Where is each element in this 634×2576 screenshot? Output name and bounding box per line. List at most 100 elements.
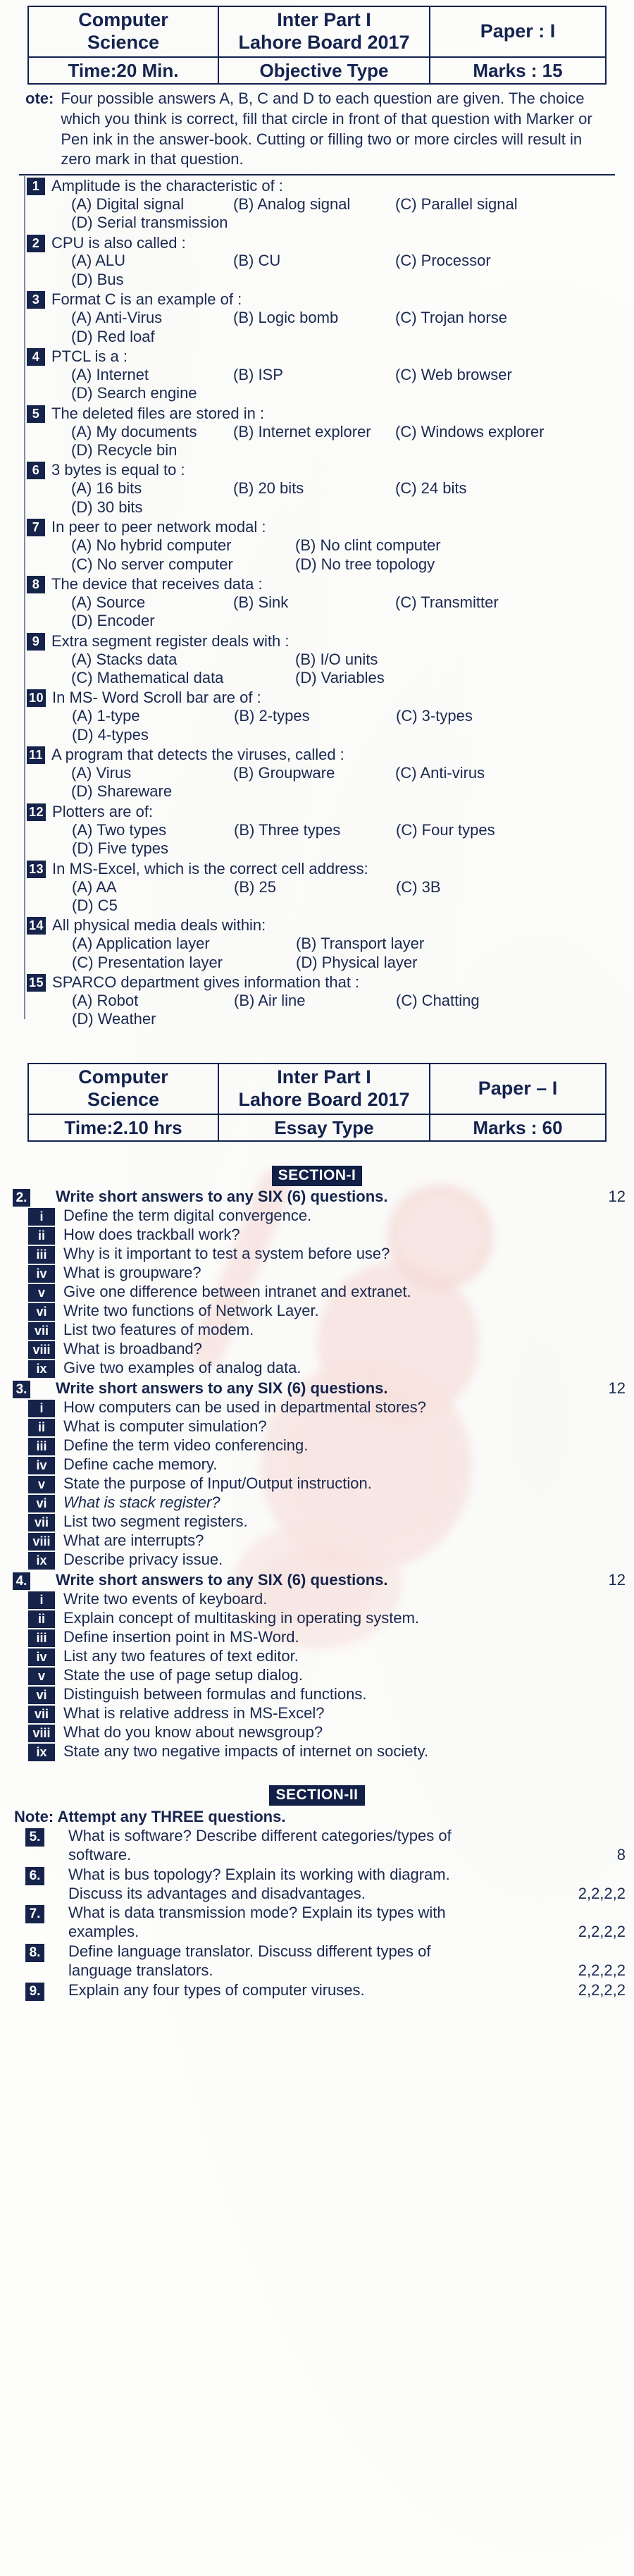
objective-type-cell: Objective Type [218,56,430,85]
objective-header-row-2: Time:20 Min. Objective Type Marks : 15 [27,56,607,85]
essay-sub-roman-badge: vii [28,1706,55,1724]
mcq-option[interactable]: (A) No hybrid computer [71,536,295,555]
mcq-option[interactable]: (C) Chatting [396,992,558,1010]
mcq-option[interactable]: (B) I/O units [295,651,519,669]
mcq-option[interactable]: (B) 20 bits [233,479,395,498]
mcq-option[interactable]: (B) Analog signal [233,195,395,214]
mcq-option[interactable]: (B) 2-types [234,707,396,725]
mcq-option[interactable]: (A) 16 bits [71,479,233,498]
mcq-option[interactable]: (D) Recycle bin [71,441,233,460]
long-question-body: Explain any four types of computer virus… [44,1981,626,2000]
mcq-option[interactable]: (A) Internet [71,366,233,384]
mcq-option[interactable]: (C) Web browser [395,366,557,384]
mcq-option[interactable]: (C) Anti-virus [395,764,557,782]
long-question-marks: 2,2,2,2 [578,1884,626,1902]
mcq-option[interactable]: (B) Sink [233,593,395,612]
mcq-option[interactable]: (D) Physical layer [296,954,520,972]
mcq-option[interactable]: (D) 30 bits [71,498,233,517]
mcq-options: (A) Robot (B) Air line (C) Chatting (D) Wea… [52,992,620,1029]
mcq-option[interactable]: (A) AA [72,878,234,896]
mcq-option[interactable]: (B) ISP [233,366,395,384]
mcq-option[interactable]: (A) Source [71,593,233,612]
mcq-option[interactable]: (C) Processor [395,252,557,270]
mcq-option[interactable]: (B) Air line [234,992,396,1010]
mcq-item: 2 CPU is also called : (A) ALU (B) CU (C) Pr… [23,233,620,290]
mcq-option[interactable]: (D) Serial transmission [71,214,233,232]
mcq-option[interactable]: (C) Trojan horse [395,309,557,327]
long-question-line: language translators. 2,2,2,2 [68,1961,626,1980]
mcq-options: (A) Two types (B) Three types (C) Four typ… [52,821,620,858]
mcq-option[interactable]: (D) No tree topology [295,555,519,574]
essay-sub-roman-badge: iv [28,1648,55,1667]
essay-sub-question-text: What are interrupts? [63,1532,204,1550]
mcq-option[interactable]: (C) Parallel signal [395,195,557,214]
mcq-option[interactable]: (C) Presentation layer [72,954,296,972]
essay-sub-question-text: State any two negative impacts of intern… [63,1742,429,1761]
essay-sub-question-text: Define the term digital convergence. [63,1207,312,1225]
mcq-option[interactable]: (A) 1-type [72,707,234,725]
mcq-option[interactable]: (A) Application layer [72,935,296,953]
mcq-option[interactable]: (D) Shareware [71,782,233,801]
mcq-option[interactable]: (D) 4-types [72,726,234,744]
mcq-option[interactable]: (A) Stacks data [71,651,295,669]
essay-sub-question: iv What is groupware? [13,1264,626,1283]
mcq-option[interactable]: (C) Transmitter [395,593,557,612]
subjective-type-cell: Essay Type [218,1113,430,1142]
mcq-option[interactable]: (D) Red loaf [71,328,233,346]
mcq-option[interactable]: (C) Four types [396,821,558,839]
mcq-option[interactable]: (B) Transport layer [296,935,520,953]
mcq-item: 10 In MS- Word Scroll bar are of : (A) 1-t… [23,688,620,744]
mcq-option[interactable]: (A) Robot [72,992,234,1010]
note-text: Four possible answers A, B, C and D to e… [61,90,592,168]
mcq-option[interactable]: (C) Windows explorer [395,423,557,441]
long-question-line: What is data transmission mode? Explain … [68,1904,626,1923]
essay-sub-question-text: Give one difference between intranet and… [63,1283,411,1301]
mcq-option[interactable]: (C) 3-types [396,707,558,725]
mcq-option[interactable]: (C) No server computer [71,555,295,574]
mcq-option[interactable]: (D) Weather [72,1010,234,1028]
mcq-option[interactable]: (C) Mathematical data [71,669,295,687]
essay-question-marks: 12 [608,1571,626,1589]
mcq-option[interactable]: (D) Encoder [71,612,233,630]
mcq-number-badge: 7 [27,519,45,537]
mcq-option[interactable]: (C) 24 bits [395,479,557,498]
long-question-text: language translators. [68,1961,213,1979]
mcq-number-badge: 9 [27,632,45,651]
mcq-option[interactable]: (C) 3B [396,878,558,896]
subjective-subject-cell: Computer Science [27,1062,219,1115]
mcq-option[interactable]: (D) C5 [72,896,234,915]
essay-question-instruction: Write short answers to any SIX (6) quest… [56,1188,388,1206]
essay-sub-roman-badge: iii [28,1438,55,1456]
mcq-option[interactable]: (A) Virus [71,764,233,782]
essay-sub-question-text: Write two events of keyboard. [63,1590,268,1608]
mcq-option[interactable]: (D) Variables [295,669,519,687]
essay-sub-question-text: Explain concept of multitasking in opera… [63,1609,420,1627]
mcq-option[interactable]: (D) Bus [71,271,233,289]
mcq-number-badge: 3 [27,291,45,309]
mcq-option[interactable]: (B) CU [233,252,395,270]
mcq-question-text: In peer to peer network modal : [51,518,266,536]
mcq-option[interactable]: (A) Two types [72,821,234,839]
mcq-option[interactable]: (A) Anti-Virus [71,309,233,327]
mcq-option[interactable]: (B) 25 [234,878,396,896]
mcq-options: (A) ALU (B) CU (C) Processor (D) Bus [51,252,620,289]
essay-sub-question: ii How does trackball work? [13,1226,626,1245]
mcq-option[interactable]: (A) My documents [71,423,233,441]
mcq-number-badge: 2 [27,234,45,252]
mcq-option[interactable]: (D) Five types [72,839,234,858]
mcq-option[interactable]: (D) Search engine [71,384,233,402]
mcq-option[interactable]: (B) No clint computer [295,536,519,555]
mcq-option[interactable]: (B) Logic bomb [233,309,395,327]
mcq-option[interactable]: (B) Groupware [233,764,395,782]
essay-sub-roman-badge: viii [28,1341,55,1360]
mcq-number-badge: 10 [27,689,46,708]
mcq-options: (A) Anti-Virus (B) Logic bomb (C) Trojan h… [51,309,620,346]
essay-sub-roman-badge: vii [28,1514,55,1532]
mcq-option[interactable]: (B) Three types [234,821,396,839]
mcq-option[interactable]: (A) Digital signal [71,195,233,214]
mcq-option[interactable]: (A) ALU [71,252,233,270]
essay-sub-roman-badge: i [28,1591,55,1610]
section-2-note: Note: Attempt any THREE questions. [14,1808,286,1826]
mcq-option[interactable]: (B) Internet explorer [233,423,395,441]
long-question-line: software. 8 [68,1846,626,1865]
